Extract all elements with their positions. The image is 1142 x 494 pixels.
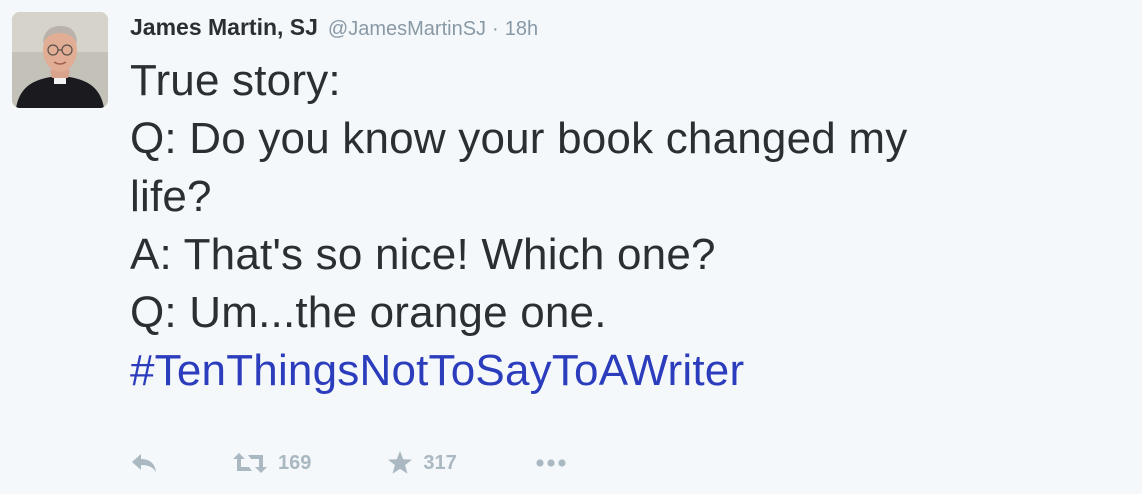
hashtag-link[interactable]: #TenThingsNotToSayToAWriter	[130, 342, 1110, 400]
tweet-text-line: A: That's so nice! Which one?	[130, 230, 716, 279]
favorite-count: 317	[423, 451, 457, 474]
author-fullname[interactable]: James Martin, SJ	[130, 14, 318, 41]
tweet-text-line: life?	[130, 172, 212, 221]
tweet-text: True story: Q: Do you know your book cha…	[130, 52, 1110, 400]
more-icon	[536, 459, 566, 467]
favorite-button[interactable]: 317	[387, 450, 457, 476]
favorite-icon	[388, 451, 413, 474]
reply-icon	[132, 454, 156, 472]
tweet-header: James Martin, SJ @JamesMartinSJ · 18h	[130, 14, 538, 44]
tweet-text-line: Q: Do you know your book changed my	[130, 114, 908, 163]
avatar[interactable]	[12, 12, 108, 108]
author-username[interactable]: @JamesMartinSJ	[328, 18, 486, 41]
more-button[interactable]	[535, 458, 567, 468]
retweet-icon	[233, 453, 267, 473]
tweet-text-line: True story:	[130, 56, 341, 105]
retweet-button[interactable]: 169	[232, 451, 311, 475]
tweet-actions: 169 317	[130, 448, 567, 478]
reply-button[interactable]	[130, 452, 166, 474]
header-separator: ·	[492, 18, 499, 40]
tweet: James Martin, SJ @JamesMartinSJ · 18h Tr…	[0, 0, 1142, 494]
tweet-timestamp[interactable]: 18h	[505, 18, 538, 41]
retweet-count: 169	[278, 451, 312, 474]
tweet-text-line: Q: Um...the orange one.	[130, 288, 607, 337]
avatar-image	[12, 12, 108, 108]
